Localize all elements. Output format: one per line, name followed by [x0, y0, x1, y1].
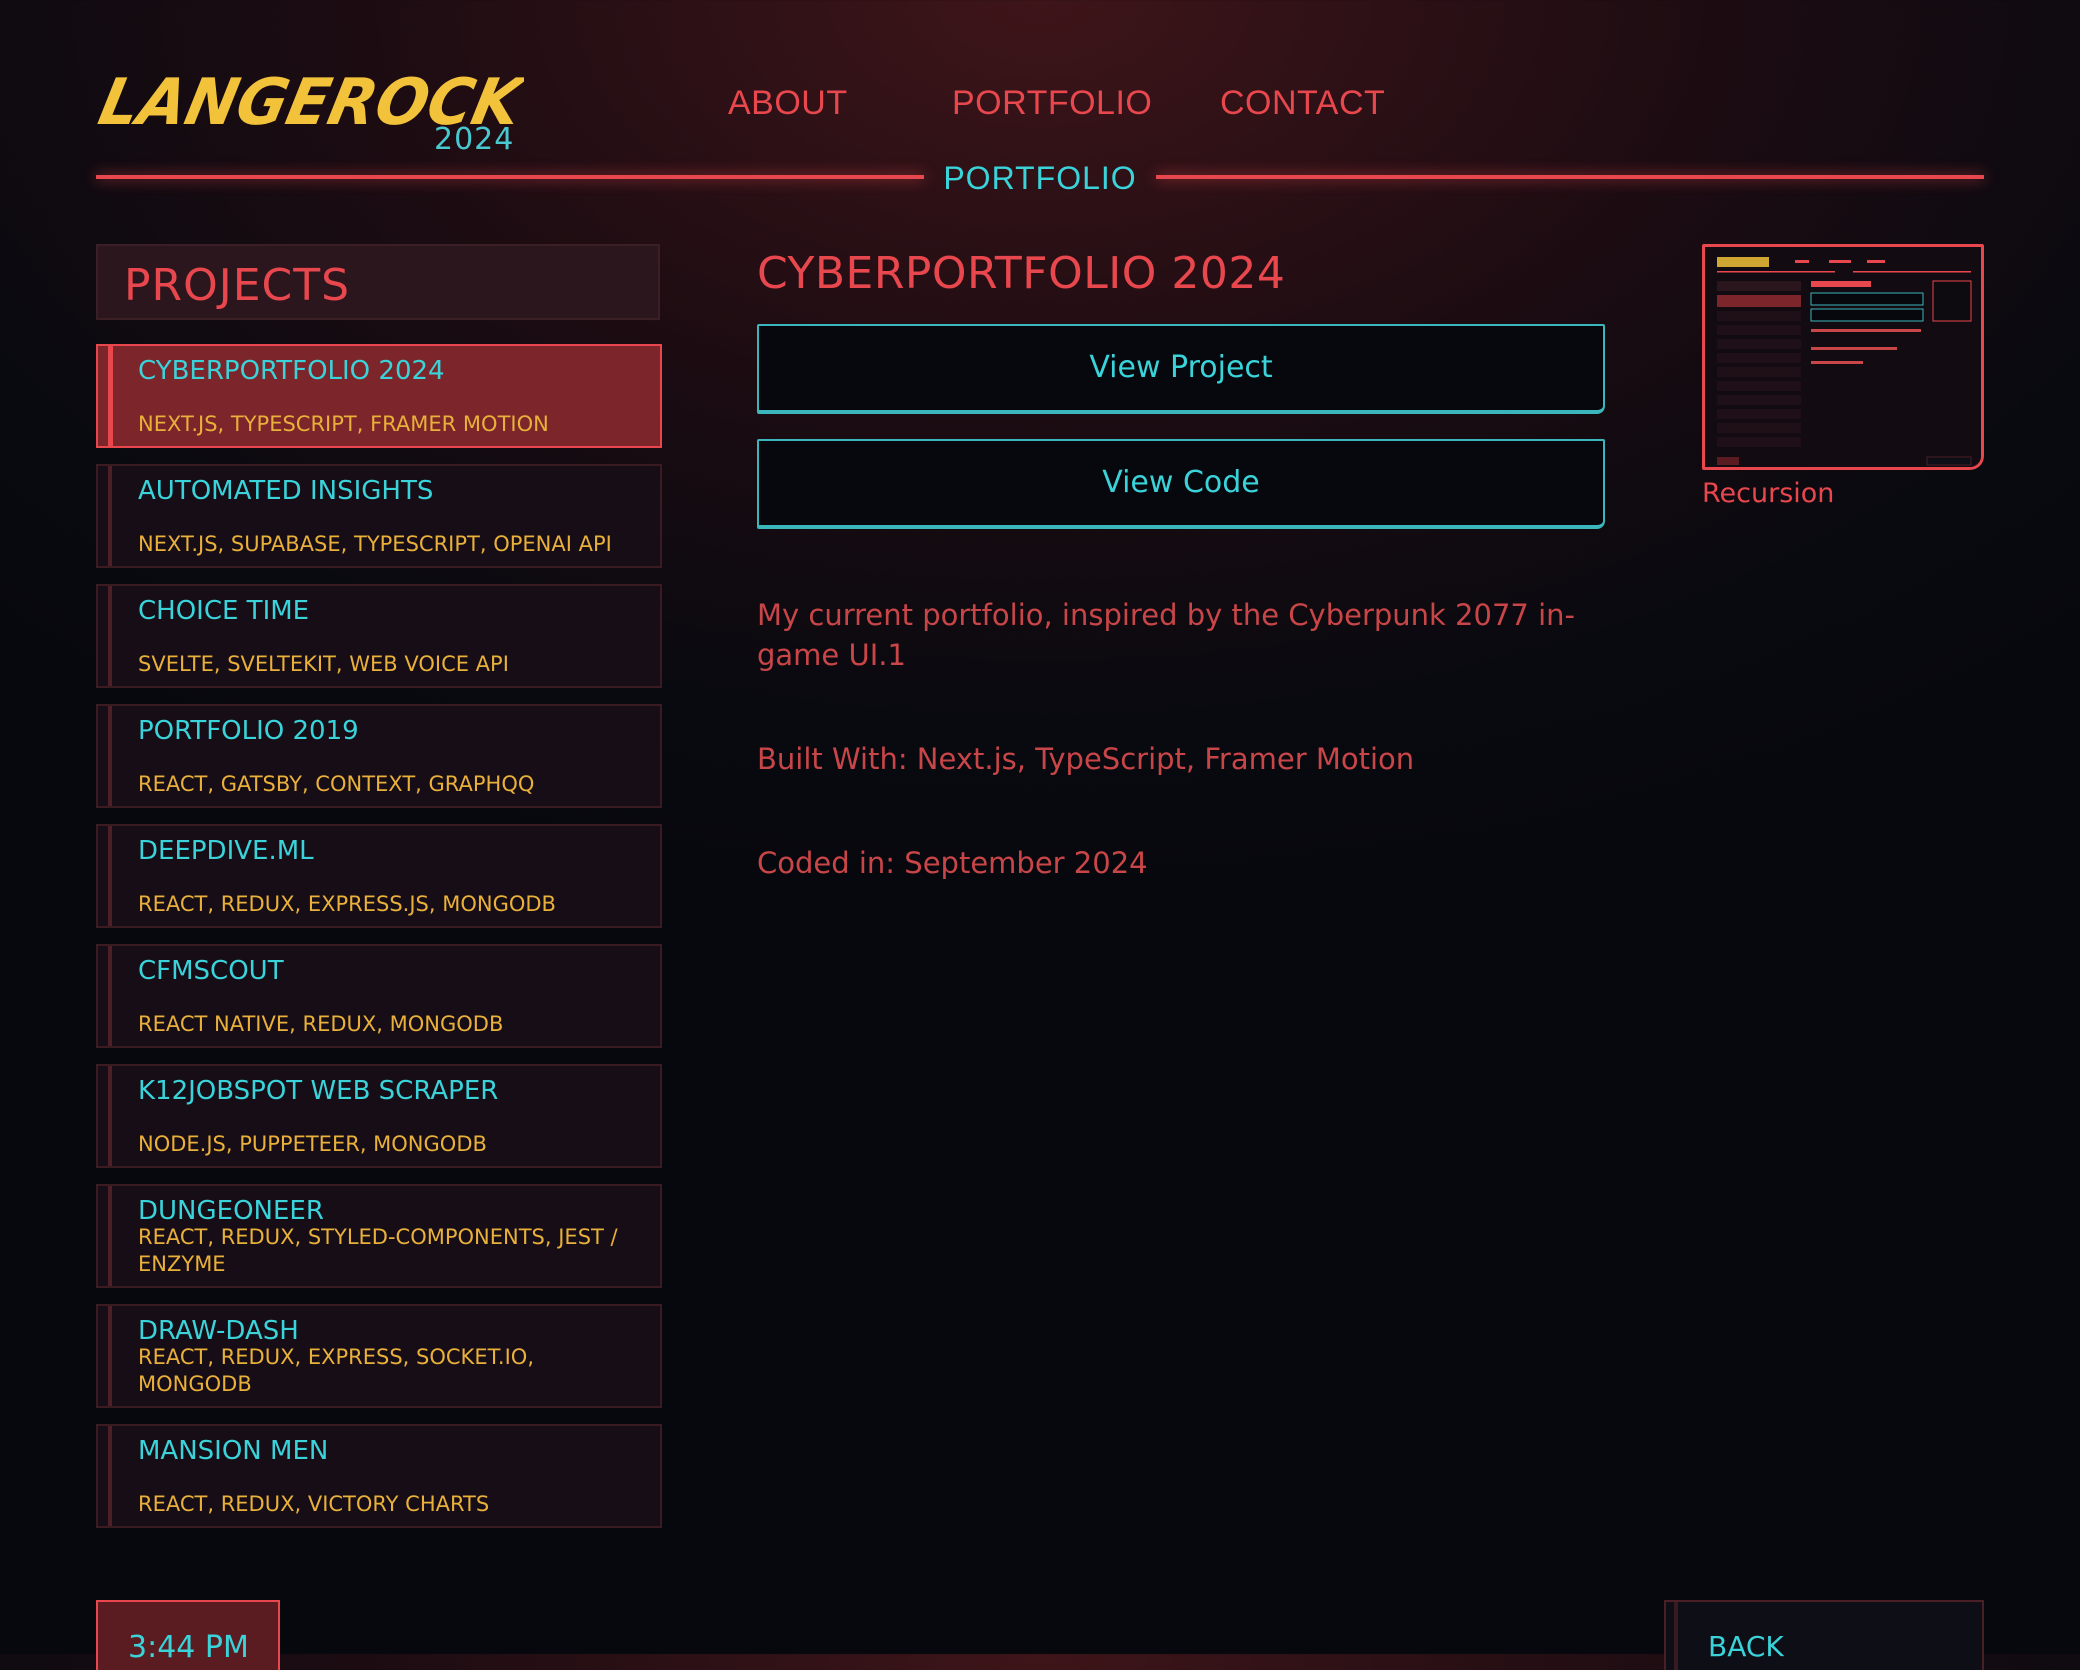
project-tech: REACT, REDUX, STYLED-COMPONENTS, JEST / …	[138, 1225, 618, 1276]
projects-heading-label: PROJECTS	[124, 260, 351, 311]
project-list: CYBERPORTFOLIO 2024 NEXT.JS, TYPESCRIPT,…	[96, 344, 662, 1544]
nav-about[interactable]: ABOUT	[728, 84, 848, 123]
project-item-choice-time[interactable]: CHOICE TIME SVELTE, SVELTEKIT, WEB VOICE…	[96, 584, 662, 688]
projects-heading: PROJECTS	[96, 244, 660, 320]
clock-time: 3:44 PM	[128, 1630, 249, 1665]
project-title: CFMSCOUT	[138, 956, 284, 986]
nav-contact[interactable]: CONTACT	[1220, 84, 1385, 123]
header-divider-right	[1156, 175, 1984, 179]
project-tech: REACT, REDUX, VICTORY CHARTS	[138, 1492, 490, 1516]
project-detail-title: CYBERPORTFOLIO 2024	[757, 248, 1286, 299]
project-item-dungeoneer[interactable]: DUNGEONEER REACT, REDUX, STYLED-COMPONEN…	[96, 1184, 662, 1288]
view-project-button[interactable]: View Project	[757, 324, 1605, 414]
project-item-draw-dash[interactable]: DRAW-DASH REACT, REDUX, EXPRESS, SOCKET.…	[96, 1304, 662, 1408]
project-tech: SVELTE, SVELTEKIT, WEB VOICE API	[138, 652, 509, 676]
project-title: DEEPDIVE.ML	[138, 836, 314, 866]
logo[interactable]: LANGEROCK 2024	[94, 58, 524, 168]
project-tech: NEXT.JS, SUPABASE, TYPESCRIPT, OPENAI AP…	[138, 532, 612, 556]
preview-caption: Recursion	[1702, 478, 1835, 509]
project-tech: REACT NATIVE, REDUX, MONGODB	[138, 1012, 504, 1036]
back-button-label: BACK	[1708, 1630, 1784, 1663]
logo-year: 2024	[434, 122, 515, 157]
project-tech: NODE.JS, PUPPETEER, MONGODB	[138, 1132, 487, 1156]
project-item-automated-insights[interactable]: AUTOMATED INSIGHTS NEXT.JS, SUPABASE, TY…	[96, 464, 662, 568]
clock-widget: 3:44 PM	[96, 1600, 280, 1670]
preview-screenshot-graphic	[1705, 247, 1981, 467]
project-tech: REACT, REDUX, EXPRESS.JS, MONGODB	[138, 892, 556, 916]
project-title: CYBERPORTFOLIO 2024	[138, 356, 445, 386]
project-item-mansion-men[interactable]: MANSION MEN REACT, REDUX, VICTORY CHARTS	[96, 1424, 662, 1528]
view-code-button[interactable]: View Code	[757, 439, 1605, 529]
project-title: DRAW-DASH	[138, 1316, 299, 1346]
project-item-cfmscout[interactable]: CFMSCOUT REACT NATIVE, REDUX, MONGODB	[96, 944, 662, 1048]
back-button[interactable]: BACK	[1664, 1600, 1984, 1670]
project-item-portfolio-2019[interactable]: PORTFOLIO 2019 REACT, GATSBY, CONTEXT, G…	[96, 704, 662, 808]
project-title: CHOICE TIME	[138, 596, 310, 626]
project-title: MANSION MEN	[138, 1436, 329, 1466]
project-tech: REACT, REDUX, EXPRESS, SOCKET.IO, MONGOD…	[138, 1345, 534, 1396]
project-preview-image[interactable]	[1702, 244, 1984, 470]
project-title: PORTFOLIO 2019	[138, 716, 359, 746]
nav-portfolio[interactable]: PORTFOLIO	[952, 84, 1152, 123]
project-item-cyberportfolio-2024[interactable]: CYBERPORTFOLIO 2024 NEXT.JS, TYPESCRIPT,…	[96, 344, 662, 448]
current-section-label: PORTFOLIO	[943, 160, 1137, 196]
header-divider-left	[96, 175, 924, 179]
project-built-with: Built With: Next.js, TypeScript, Framer …	[757, 742, 1415, 776]
project-description: My current portfolio, inspired by the Cy…	[757, 598, 1575, 672]
project-tech: REACT, GATSBY, CONTEXT, GRAPHQQ	[138, 772, 535, 796]
project-item-deepdive-ml[interactable]: DEEPDIVE.ML REACT, REDUX, EXPRESS.JS, MO…	[96, 824, 662, 928]
project-item-k12jobspot[interactable]: K12JOBSPOT WEB SCRAPER NODE.JS, PUPPETEE…	[96, 1064, 662, 1168]
project-coded-in: Coded in: September 2024	[757, 846, 1148, 880]
project-tech: NEXT.JS, TYPESCRIPT, FRAMER MOTION	[138, 412, 549, 436]
project-title: DUNGEONEER	[138, 1196, 324, 1226]
project-title: AUTOMATED INSIGHTS	[138, 476, 434, 506]
project-title: K12JOBSPOT WEB SCRAPER	[138, 1076, 499, 1106]
